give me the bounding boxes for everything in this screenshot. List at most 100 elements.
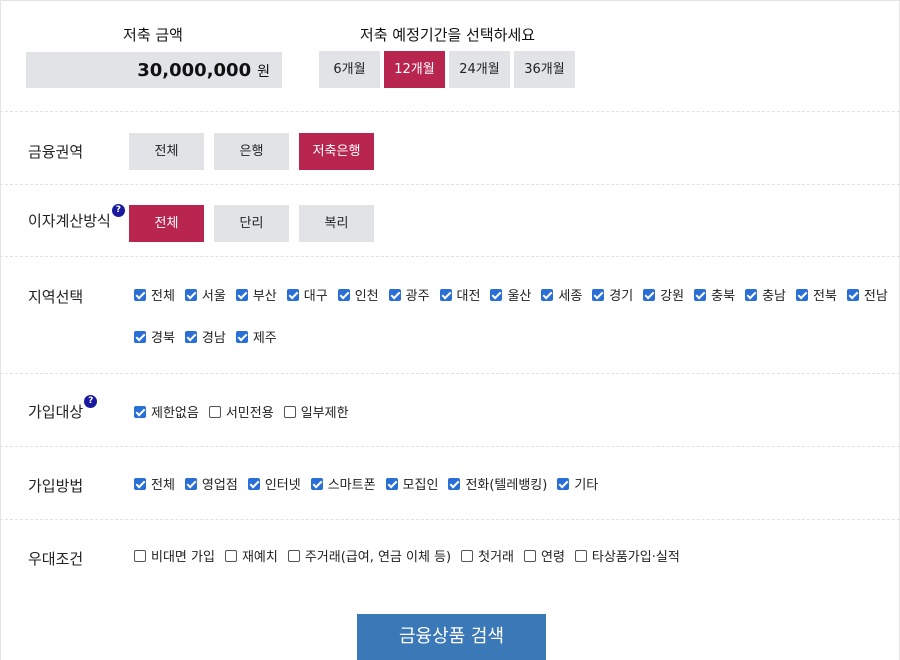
preferential-checkbox[interactable] (461, 549, 474, 562)
region-checkbox[interactable] (134, 330, 146, 343)
method-checkbox[interactable] (557, 477, 570, 490)
region-checkbox[interactable] (184, 288, 197, 301)
region-checkbox-label: 세종 (558, 289, 583, 304)
sector-button-bank[interactable]: 은행 (214, 133, 289, 170)
target-checkbox-item[interactable]: 제한없음 (134, 402, 199, 421)
region-checkbox-label: 대구 (303, 289, 328, 304)
region-checkbox-item[interactable]: 충북 (694, 285, 735, 304)
region-checkbox-label: 부산 (252, 289, 277, 304)
method-checkbox-label: 모집인 (402, 478, 439, 493)
method-checkbox-item[interactable]: 모집인 (385, 474, 439, 493)
period-button-12[interactable]: 12개월 (384, 51, 445, 88)
method-checkbox-item[interactable]: 전화(텔레뱅킹) (448, 474, 547, 493)
region-checkbox[interactable] (490, 288, 503, 301)
region-checkbox[interactable] (337, 288, 350, 301)
method-checkbox-label: 인터넷 (264, 478, 301, 493)
region-checkbox[interactable] (134, 288, 146, 301)
region-checkbox[interactable] (745, 288, 758, 301)
region-checkbox-label: 경기 (609, 289, 634, 304)
preferential-label: 우대조건 (28, 550, 84, 568)
sector-button-savings-bank[interactable]: 저축은행 (299, 133, 374, 170)
preferential-checkbox-label: 타상품가입·실적 (591, 550, 680, 565)
region-checkbox-item[interactable]: 제주 (235, 327, 277, 346)
period-button-36[interactable]: 36개월 (514, 51, 575, 88)
preferential-checkbox-label: 첫거래 (478, 550, 514, 565)
method-checkbox-item[interactable]: 영업점 (184, 474, 238, 493)
interest-button-all[interactable]: 전체 (129, 205, 204, 242)
region-checkbox[interactable] (439, 288, 452, 301)
method-checkbox[interactable] (247, 477, 260, 490)
target-help-icon[interactable]: ? (84, 395, 98, 408)
method-checkbox-item[interactable]: 인터넷 (247, 474, 301, 493)
target-checkbox-item[interactable]: 서민전용 (208, 402, 274, 421)
interest-row: 이자계산방식? 전체 단리 복리 (0, 185, 900, 257)
method-checkbox[interactable] (184, 477, 197, 490)
preferential-checkbox[interactable] (287, 549, 300, 562)
region-checkbox[interactable] (795, 288, 808, 301)
region-checkbox-item[interactable]: 광주 (388, 285, 430, 304)
amount-input[interactable]: 30,000,000 원 (26, 52, 282, 88)
region-checkbox[interactable] (592, 288, 605, 301)
method-checkbox[interactable] (310, 477, 323, 490)
region-checkbox-label: 전체 (151, 289, 175, 304)
method-checkbox-item[interactable]: 스마트폰 (310, 474, 376, 493)
method-checkbox[interactable] (385, 477, 398, 490)
region-checkbox[interactable] (643, 288, 656, 301)
target-checkbox-item[interactable]: 일부제한 (283, 402, 349, 421)
preferential-checkbox[interactable] (224, 549, 237, 562)
target-checkbox[interactable] (134, 405, 146, 418)
preferential-checkbox[interactable] (524, 549, 536, 562)
region-checkbox[interactable] (388, 288, 401, 301)
preferential-checkbox[interactable] (134, 549, 146, 562)
region-checkbox[interactable] (694, 288, 707, 301)
region-checkbox[interactable] (184, 330, 197, 343)
region-checkbox-item[interactable]: 전북 (795, 285, 837, 304)
region-checkbox-item[interactable]: 강원 (643, 285, 684, 304)
target-label: 가입대상 (28, 403, 84, 421)
region-checkbox-item[interactable]: 대구 (286, 285, 328, 304)
region-checkbox-item[interactable]: 울산 (490, 285, 531, 304)
region-checkbox[interactable] (235, 330, 248, 343)
region-checkbox[interactable] (541, 288, 554, 301)
sector-button-all[interactable]: 전체 (129, 133, 204, 170)
region-checkbox-item[interactable]: 충남 (745, 285, 786, 304)
interest-button-simple[interactable]: 단리 (214, 205, 289, 242)
region-checkbox-item[interactable]: 인천 (337, 285, 379, 304)
region-checkbox-item[interactable]: 경북 (134, 327, 175, 346)
preferential-checkbox-item[interactable]: 주거래(급여, 연금 이체 등) (287, 546, 451, 565)
method-checkbox-label: 전화(텔레뱅킹) (465, 478, 548, 493)
search-button[interactable]: 금융상품 검색 (357, 614, 546, 660)
interest-help-icon[interactable]: ? (111, 204, 125, 217)
amount-value: 30,000,000 (137, 60, 252, 81)
region-checkbox-item[interactable]: 경기 (592, 285, 633, 304)
target-checkbox[interactable] (283, 405, 296, 418)
region-checkbox-item[interactable]: 서울 (184, 285, 226, 304)
region-checkbox[interactable] (286, 288, 299, 301)
region-checkbox-item[interactable]: 전체 (134, 285, 175, 304)
method-checkbox-item[interactable]: 전체 (134, 474, 175, 493)
method-checkbox-group: 전체 영업점 인터넷 스마트폰 모집인 전화(텔레뱅킹) 기타 (134, 474, 598, 493)
preferential-checkbox-item[interactable]: 연령 (524, 546, 565, 565)
period-button-6[interactable]: 6개월 (319, 51, 380, 88)
region-checkbox-label: 충북 (711, 289, 736, 304)
interest-button-compound[interactable]: 복리 (299, 205, 374, 242)
region-checkbox-item[interactable]: 대전 (439, 285, 480, 304)
region-checkbox-item[interactable]: 세종 (541, 285, 582, 304)
preferential-checkbox-item[interactable]: 비대면 가입 (134, 546, 215, 565)
target-checkbox-group: 제한없음 서민전용 일부제한 (134, 402, 349, 421)
region-checkbox-item[interactable]: 경남 (184, 327, 226, 346)
preferential-checkbox-item[interactable]: 재예치 (224, 546, 278, 565)
preferential-checkbox-item[interactable]: 첫거래 (461, 546, 514, 565)
period-button-24[interactable]: 24개월 (449, 51, 510, 88)
region-checkbox-item[interactable]: 전남 (846, 285, 888, 304)
preferential-checkbox-item[interactable]: 타상품가입·실적 (574, 546, 680, 565)
target-checkbox[interactable] (208, 405, 221, 418)
method-checkbox-item[interactable]: 기타 (557, 474, 598, 493)
method-checkbox[interactable] (448, 477, 461, 490)
preferential-checkbox[interactable] (574, 549, 587, 562)
region-checkbox-item[interactable]: 부산 (235, 285, 277, 304)
region-checkbox-label: 제주 (252, 331, 277, 346)
region-checkbox[interactable] (235, 288, 248, 301)
method-checkbox[interactable] (134, 477, 146, 490)
region-checkbox[interactable] (846, 288, 859, 301)
